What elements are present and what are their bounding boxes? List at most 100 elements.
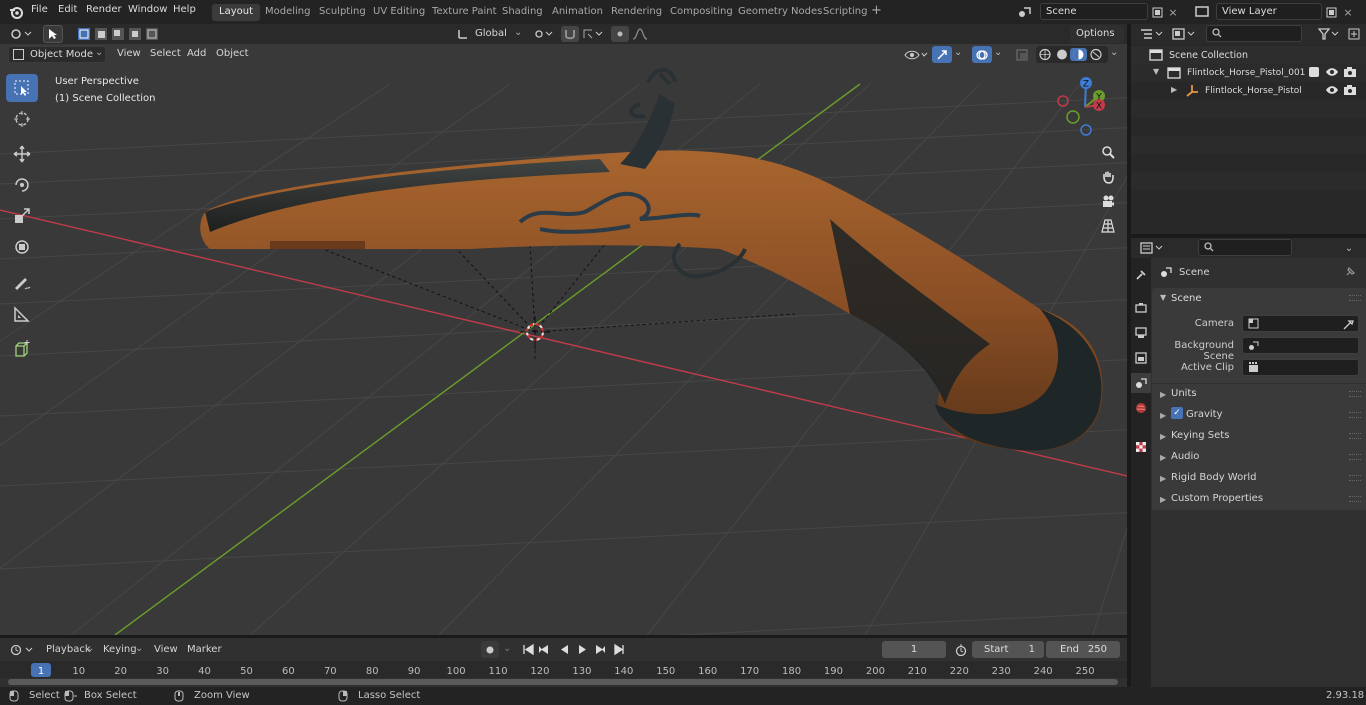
scene-selector-icon[interactable] (1014, 4, 1036, 20)
expand-arrow-icon[interactable]: ▼ (1153, 67, 1159, 76)
viewport-menu-object[interactable]: Object (216, 48, 249, 59)
outliner-row-collection[interactable]: ▼ Flintlock_Horse_Pistol_001 (1131, 64, 1366, 82)
properties-editor-type-icon[interactable] (1138, 240, 1166, 256)
expand-arrow-icon[interactable]: ▶ (1160, 453, 1166, 462)
expand-arrow-icon[interactable]: ▶ (1160, 432, 1166, 441)
shading-mode-icons[interactable] (1036, 46, 1108, 63)
menu-help[interactable]: Help (173, 4, 196, 15)
delete-view-layer-icon[interactable]: × (1341, 4, 1355, 20)
zoom-icon[interactable] (1097, 141, 1119, 163)
eye-icon[interactable] (1325, 67, 1339, 77)
keying-sets-panel-header[interactable]: Keying Sets (1171, 430, 1229, 441)
chevron-down-icon[interactable]: ⌄ (514, 27, 522, 38)
chevron-down-icon[interactable]: ⌄ (1110, 47, 1118, 58)
selection-mode-icons[interactable] (76, 25, 161, 43)
gravity-panel-header[interactable]: Gravity (1186, 409, 1223, 420)
editor-type-icon[interactable] (8, 26, 34, 42)
drag-handle-icon[interactable] (1349, 496, 1361, 502)
tab-layout[interactable]: Layout (212, 4, 260, 21)
tool-settings-tab-icon[interactable] (1133, 266, 1149, 284)
view-layer-tab-icon[interactable] (1133, 349, 1149, 367)
expand-arrow-icon[interactable]: ▶ (1171, 85, 1177, 94)
perspective-toggle-icon[interactable] (1097, 215, 1119, 237)
3d-viewport[interactable] (0, 44, 1127, 635)
timeline-view-menu[interactable]: View (154, 644, 178, 655)
tab-geometry-nodes[interactable]: Geometry Nodes (731, 4, 829, 21)
navigation-gizmo[interactable]: Z Y X (1052, 74, 1118, 140)
camera-field[interactable] (1242, 315, 1359, 332)
display-mode-icon[interactable] (1170, 26, 1198, 42)
menu-window[interactable]: Window (128, 4, 167, 15)
drag-handle-icon[interactable] (1349, 433, 1361, 439)
tab-modeling[interactable]: Modeling (258, 4, 318, 21)
render-camera-icon[interactable] (1343, 84, 1357, 96)
snap-target-icon[interactable] (580, 26, 606, 42)
new-scene-icon[interactable] (1149, 4, 1165, 20)
viewport-menu-add[interactable]: Add (187, 48, 206, 59)
tab-texture-paint[interactable]: Texture Paint (425, 4, 504, 21)
active-tool-icon[interactable] (43, 25, 63, 43)
exclude-checkbox-icon[interactable] (1309, 67, 1319, 77)
drag-handle-icon[interactable] (1349, 454, 1361, 460)
cursor-tool[interactable] (6, 105, 38, 133)
tab-shading[interactable]: Shading (495, 4, 550, 21)
drag-handle-icon[interactable] (1349, 295, 1361, 301)
eyedropper-icon[interactable] (1343, 319, 1354, 330)
scale-tool[interactable] (6, 202, 38, 230)
keying-menu[interactable]: Keying (103, 644, 137, 655)
gravity-checkbox[interactable]: ✓ (1171, 407, 1183, 419)
select-box-tool[interactable] (6, 74, 38, 102)
transform-orientation-icon[interactable] (456, 26, 470, 42)
rotate-tool[interactable] (6, 171, 38, 199)
render-camera-icon[interactable] (1343, 66, 1357, 78)
visibility-filter-icon[interactable] (902, 46, 930, 63)
texture-tab-icon[interactable] (1133, 438, 1149, 456)
drag-handle-icon[interactable] (1349, 475, 1361, 481)
pin-icon[interactable] (1344, 266, 1356, 278)
chevron-down-icon[interactable]: ⌄ (1340, 240, 1358, 256)
add-cube-tool[interactable] (6, 335, 38, 363)
view-layer-selector-icon[interactable] (1188, 4, 1216, 20)
drag-handle-icon[interactable] (1349, 412, 1361, 418)
audio-panel-header[interactable]: Audio (1171, 451, 1199, 462)
annotate-tool[interactable] (6, 269, 38, 297)
tab-uv-editing[interactable]: UV Editing (366, 4, 432, 21)
outliner-search-input[interactable] (1206, 25, 1302, 42)
custom-properties-panel-header[interactable]: Custom Properties (1171, 493, 1263, 504)
eye-icon[interactable] (1325, 85, 1339, 95)
tab-compositing[interactable]: Compositing (663, 4, 740, 21)
pivot-point-icon[interactable] (531, 26, 555, 42)
active-clip-field[interactable] (1242, 359, 1359, 376)
start-frame-field[interactable]: Start 1 (972, 641, 1044, 658)
add-workspace-icon[interactable]: + (871, 3, 882, 18)
stopwatch-icon[interactable] (952, 641, 970, 658)
options-button[interactable]: Options ⌄ (1070, 25, 1124, 50)
expand-arrow-icon[interactable]: ▶ (1160, 495, 1166, 504)
outliner-row-object[interactable]: ▶ Flintlock_Horse_Pistol (1131, 82, 1366, 100)
properties-search-input[interactable] (1198, 239, 1292, 256)
end-frame-field[interactable]: End 250 (1046, 641, 1120, 658)
chevron-down-icon[interactable]: ⌄ (954, 47, 962, 58)
menu-edit[interactable]: Edit (58, 4, 77, 15)
auto-keying-icon[interactable] (481, 641, 499, 658)
chevron-down-icon[interactable]: ⌄ (994, 47, 1002, 58)
menu-render[interactable]: Render (86, 4, 122, 15)
chevron-down-icon[interactable]: ⌄ (135, 643, 143, 654)
proportional-edit-icon[interactable] (611, 26, 629, 42)
expand-arrow-icon[interactable]: ▶ (1160, 411, 1166, 420)
snap-toggle-icon[interactable] (561, 26, 579, 42)
view-layer-field[interactable]: View Layer (1216, 3, 1322, 20)
output-tab-icon[interactable] (1133, 324, 1149, 342)
scene-name-field[interactable]: Scene (1040, 3, 1148, 20)
xray-toggle-icon[interactable] (1013, 46, 1031, 63)
units-panel-header[interactable]: Units (1171, 388, 1197, 399)
blender-logo-icon[interactable] (8, 4, 24, 20)
rigid-body-world-panel-header[interactable]: Rigid Body World (1171, 472, 1256, 483)
viewport-menu-view[interactable]: View (117, 48, 141, 59)
camera-view-icon[interactable] (1097, 190, 1119, 212)
tab-scripting[interactable]: Scripting (816, 4, 874, 21)
transform-tool[interactable] (6, 233, 38, 261)
measure-tool[interactable] (6, 300, 38, 328)
world-tab-icon[interactable] (1133, 399, 1149, 417)
current-frame-field[interactable]: 1 (882, 641, 946, 658)
